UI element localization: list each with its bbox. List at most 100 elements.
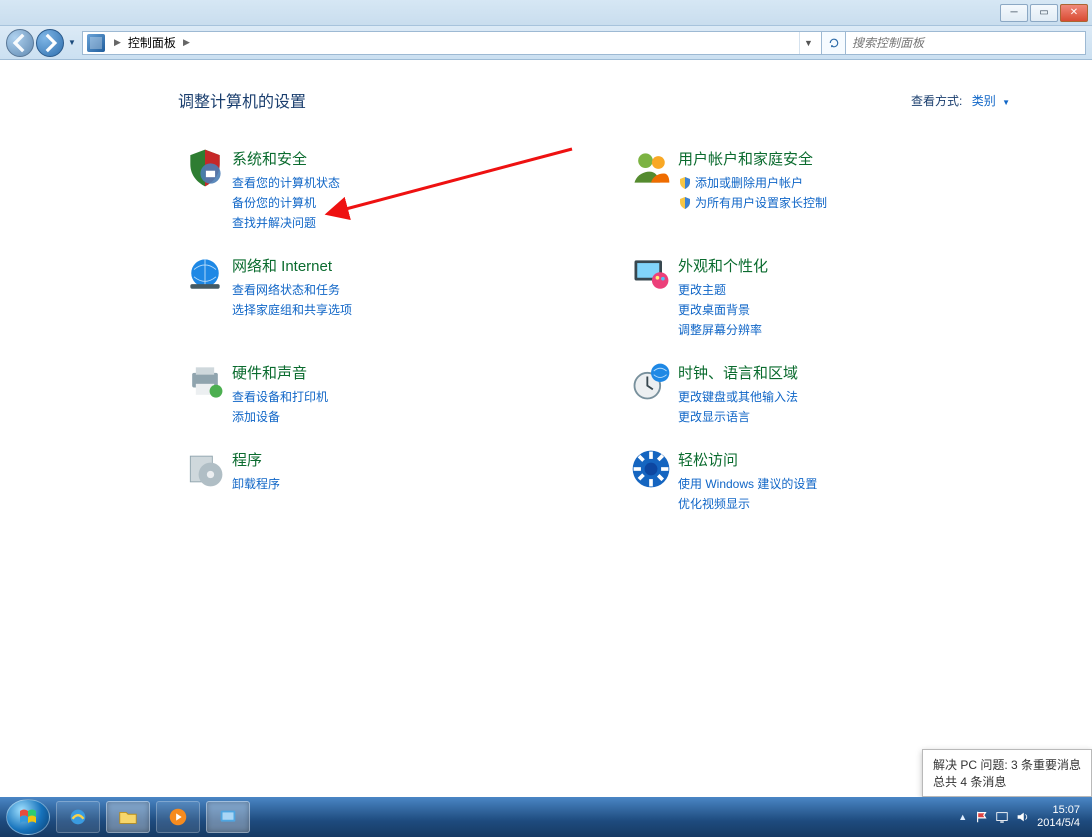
category-sublink[interactable]: 更改键盘或其他输入法 <box>678 387 798 407</box>
category-sublink[interactable]: 为所有用户设置家长控制 <box>678 193 827 213</box>
sublink-label: 更改主题 <box>678 280 726 300</box>
sublink-label: 添加或删除用户帐户 <box>695 173 803 193</box>
category-sublink[interactable]: 使用 Windows 建议的设置 <box>678 474 817 494</box>
breadcrumb-item[interactable]: 控制面板 <box>124 34 180 51</box>
category-sublink[interactable]: 优化视频显示 <box>678 494 817 514</box>
category-heading[interactable]: 网络和 Internet <box>232 255 352 276</box>
category-appearance: 外观和个性化更改主题更改桌面背景调整屏幕分辨率 <box>624 253 1050 340</box>
category-heading[interactable]: 外观和个性化 <box>678 255 768 276</box>
sublink-label: 为所有用户设置家长控制 <box>695 193 827 213</box>
ease-of-access-icon[interactable] <box>629 447 673 491</box>
view-by-selector[interactable]: 查看方式: 类别 ▼ <box>911 92 1010 109</box>
category-heading[interactable]: 硬件和声音 <box>232 362 328 383</box>
category-sublink[interactable]: 备份您的计算机 <box>232 193 340 213</box>
search-input[interactable] <box>852 36 1079 50</box>
arrow-right-icon <box>37 30 63 56</box>
sublink-label: 使用 Windows 建议的设置 <box>678 474 817 494</box>
view-by-label: 查看方式: <box>911 94 962 108</box>
appearance-icon[interactable] <box>629 253 673 297</box>
sublink-label: 卸载程序 <box>232 474 280 494</box>
taskbar-media-button[interactable] <box>156 801 200 833</box>
category-heading[interactable]: 程序 <box>232 449 280 470</box>
hardware-sound-icon[interactable] <box>183 360 227 404</box>
notif-line-2: 总共 4 条消息 <box>933 773 1081 790</box>
sublink-label: 查找并解决问题 <box>232 213 316 233</box>
category-user-accounts: 用户帐户和家庭安全添加或删除用户帐户为所有用户设置家长控制 <box>624 146 1050 233</box>
volume-icon[interactable] <box>1015 810 1029 824</box>
notif-line-1: 解决 PC 问题: 3 条重要消息 <box>933 756 1081 773</box>
sublink-label: 查看设备和打印机 <box>232 387 328 407</box>
category-system-security: 系统和安全查看您的计算机状态备份您的计算机查找并解决问题 <box>178 146 604 233</box>
ie-icon <box>67 806 89 828</box>
forward-button[interactable] <box>36 29 64 57</box>
user-accounts-icon[interactable] <box>629 146 673 190</box>
sublink-label: 调整屏幕分辨率 <box>678 320 762 340</box>
system-security-icon[interactable] <box>183 146 227 190</box>
category-sublink[interactable]: 查看您的计算机状态 <box>232 173 340 193</box>
tray-overflow-icon[interactable]: ▲ <box>958 812 967 822</box>
back-button[interactable] <box>6 29 34 57</box>
category-sublink[interactable]: 添加设备 <box>232 407 328 427</box>
sublink-label: 更改桌面背景 <box>678 300 750 320</box>
category-sublink[interactable]: 调整屏幕分辨率 <box>678 320 768 340</box>
category-sublink[interactable]: 卸载程序 <box>232 474 280 494</box>
network-icon[interactable] <box>995 810 1009 824</box>
category-sublink[interactable]: 更改显示语言 <box>678 407 798 427</box>
category-hardware-sound: 硬件和声音查看设备和打印机添加设备 <box>178 360 604 427</box>
clock-time: 15:07 <box>1037 804 1080 817</box>
action-center-popup[interactable]: 解决 PC 问题: 3 条重要消息 总共 4 条消息 <box>922 749 1092 797</box>
start-button[interactable] <box>6 799 50 835</box>
uac-shield-icon <box>678 196 692 210</box>
category-sublink[interactable]: 查看网络状态和任务 <box>232 280 352 300</box>
media-player-icon <box>167 806 189 828</box>
control-panel-icon <box>217 806 239 828</box>
category-heading[interactable]: 用户帐户和家庭安全 <box>678 148 827 169</box>
view-by-value[interactable]: 类别 <box>972 94 996 108</box>
sublink-label: 优化视频显示 <box>678 494 750 514</box>
address-dropdown-icon[interactable]: ▼ <box>799 32 817 54</box>
windows-logo-icon <box>16 805 40 829</box>
breadcrumb-arrow-icon: ▶ <box>180 37 193 48</box>
minimize-button[interactable]: ─ <box>1000 4 1028 22</box>
sublink-label: 选择家庭组和共享选项 <box>232 300 352 320</box>
category-sublink[interactable]: 更改主题 <box>678 280 768 300</box>
chevron-down-icon: ▼ <box>1002 98 1010 107</box>
sublink-label: 查看您的计算机状态 <box>232 173 340 193</box>
search-box[interactable] <box>846 31 1086 55</box>
category-heading[interactable]: 系统和安全 <box>232 148 340 169</box>
sublink-label: 查看网络状态和任务 <box>232 280 340 300</box>
maximize-button[interactable]: ▭ <box>1030 4 1058 22</box>
category-clock-language: 时钟、语言和区域更改键盘或其他输入法更改显示语言 <box>624 360 1050 427</box>
network-internet-icon[interactable] <box>183 253 227 297</box>
taskbar-explorer-button[interactable] <box>106 801 150 833</box>
category-sublink[interactable]: 更改桌面背景 <box>678 300 768 320</box>
clock-date: 2014/5/4 <box>1037 817 1080 830</box>
category-sublink[interactable]: 查看设备和打印机 <box>232 387 328 407</box>
arrow-left-icon <box>7 30 33 56</box>
control-panel-icon <box>87 34 105 52</box>
category-sublink[interactable]: 查找并解决问题 <box>232 213 340 233</box>
recent-pages-dropdown[interactable]: ▼ <box>66 33 78 53</box>
category-heading[interactable]: 轻松访问 <box>678 449 817 470</box>
flag-icon[interactable] <box>975 810 989 824</box>
title-bar: ─ ▭ ✕ <box>0 0 1092 26</box>
category-ease-of-access: 轻松访问使用 Windows 建议的设置优化视频显示 <box>624 447 1050 514</box>
taskbar: ▲ 15:07 2014/5/4 <box>0 797 1092 837</box>
taskbar-clock[interactable]: 15:07 2014/5/4 <box>1037 804 1086 830</box>
taskbar-control-panel-button[interactable] <box>206 801 250 833</box>
programs-icon[interactable] <box>183 447 227 491</box>
content-area: 调整计算机的设置 查看方式: 类别 ▼ 系统和安全查看您的计算机状态备份您的计算… <box>0 60 1092 797</box>
navigation-bar: ▼ ▶ 控制面板 ▶ ▼ <box>0 26 1092 60</box>
address-bar[interactable]: ▶ 控制面板 ▶ ▼ <box>82 31 822 55</box>
category-sublink[interactable]: 添加或删除用户帐户 <box>678 173 827 193</box>
uac-shield-icon <box>678 176 692 190</box>
refresh-button[interactable] <box>822 31 846 55</box>
category-heading[interactable]: 时钟、语言和区域 <box>678 362 798 383</box>
taskbar-ie-button[interactable] <box>56 801 100 833</box>
category-sublink[interactable]: 选择家庭组和共享选项 <box>232 300 352 320</box>
folder-icon <box>117 806 139 828</box>
close-button[interactable]: ✕ <box>1060 4 1088 22</box>
sublink-label: 更改键盘或其他输入法 <box>678 387 798 407</box>
clock-language-icon[interactable] <box>629 360 673 404</box>
sublink-label: 备份您的计算机 <box>232 193 316 213</box>
